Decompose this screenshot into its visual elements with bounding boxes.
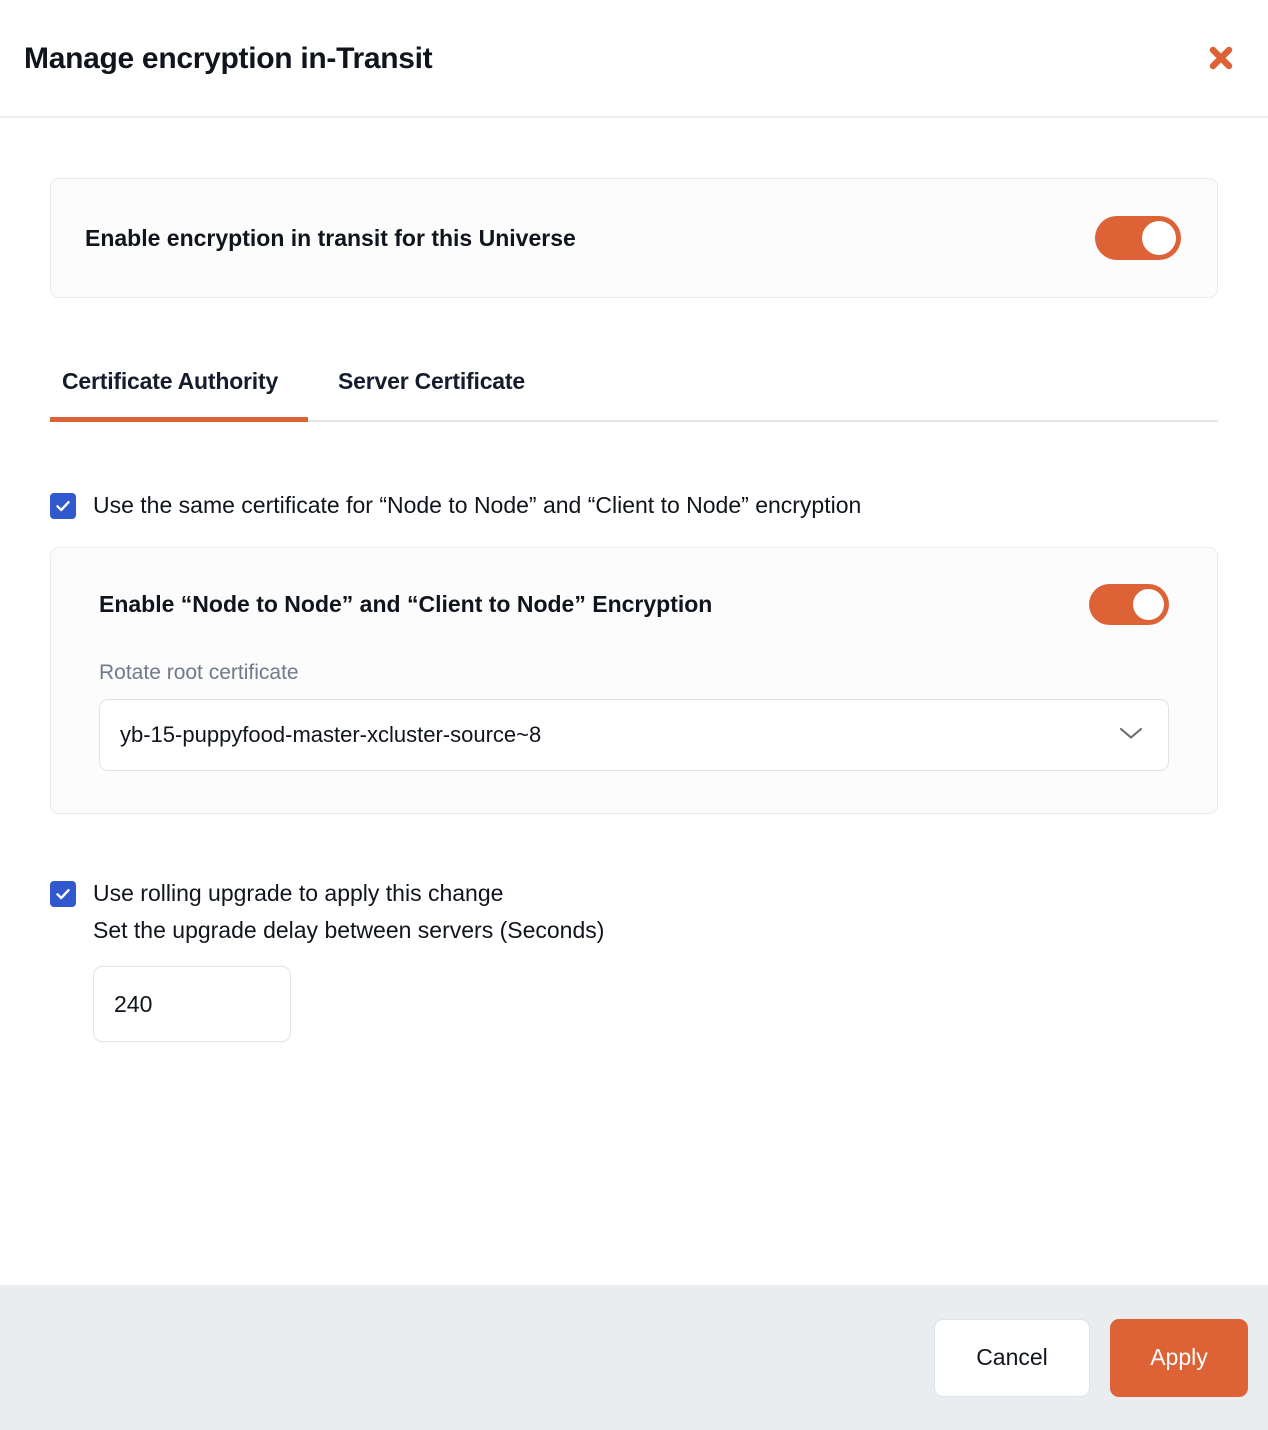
same-certificate-row[interactable]: Use the same certificate for “Node to No… [50,492,1218,519]
same-certificate-label: Use the same certificate for “Node to No… [93,492,862,518]
enable-encryption-toggle[interactable] [1095,216,1181,260]
rolling-upgrade-checkbox[interactable] [50,880,76,907]
tab-bar: Certificate Authority Server Certificate [50,368,1218,422]
close-icon [1204,41,1238,75]
check-icon [56,888,70,899]
rolling-upgrade-row[interactable]: Use rolling upgrade to apply this change [50,880,1218,907]
certificate-card-header: Enable “Node to Node” and “Client to Nod… [99,584,1169,625]
manage-encryption-modal: Manage encryption in-Transit Enable encr… [0,0,1268,1430]
enable-encryption-card: Enable encryption in transit for this Un… [50,178,1218,298]
rolling-upgrade-label: Use rolling upgrade to apply this change [93,880,504,906]
rolling-upgrade-section: Use rolling upgrade to apply this change… [50,880,1218,1042]
rotate-root-certificate-value: yb-15-puppyfood-master-xcluster-source~8 [120,722,542,747]
chevron-down-icon [1118,725,1144,746]
same-certificate-checkbox[interactable] [50,492,76,519]
certificate-card: Enable “Node to Node” and “Client to Nod… [50,547,1218,814]
enable-encryption-label: Enable encryption in transit for this Un… [85,224,576,251]
node-encryption-label: Enable “Node to Node” and “Client to Nod… [99,591,713,617]
modal-footer: Cancel Apply [0,1285,1268,1430]
check-icon [56,500,70,511]
tab-server-certificate[interactable]: Server Certificate [308,368,555,422]
modal-body: Enable encryption in transit for this Un… [0,118,1268,1285]
upgrade-delay-input[interactable] [93,966,291,1042]
upgrade-delay-label: Set the upgrade delay between servers (S… [93,917,605,943]
tab-certificate-authority[interactable]: Certificate Authority [50,368,309,422]
page-title: Manage encryption in-Transit [24,41,433,75]
rotate-root-certificate-select[interactable]: yb-15-puppyfood-master-xcluster-source~8 [99,699,1169,771]
apply-button[interactable]: Apply [1110,1318,1248,1397]
toggle-knob [1133,589,1164,620]
rotate-root-certificate-label: Rotate root certificate [99,661,299,684]
modal-header: Manage encryption in-Transit [0,0,1268,118]
cancel-button[interactable]: Cancel [934,1318,1090,1397]
node-encryption-toggle[interactable] [1089,584,1169,625]
toggle-knob [1142,221,1176,255]
close-button[interactable] [1196,33,1246,83]
